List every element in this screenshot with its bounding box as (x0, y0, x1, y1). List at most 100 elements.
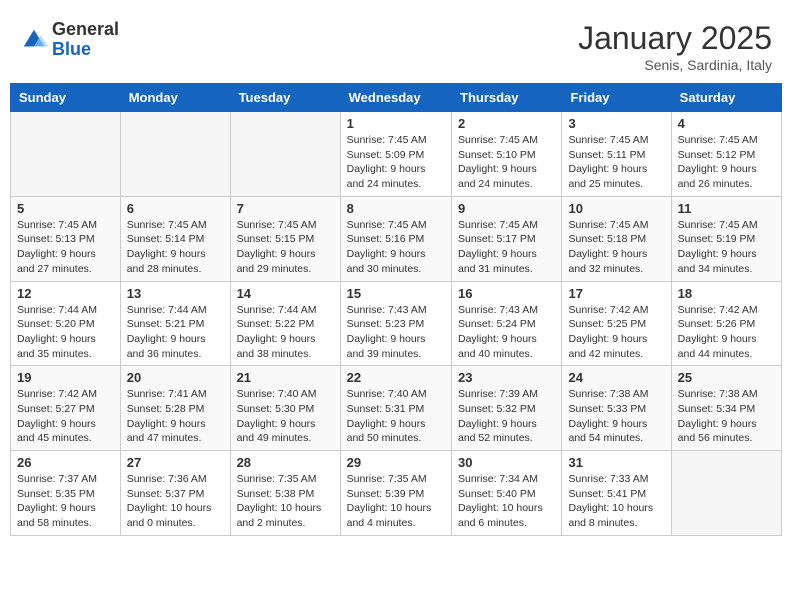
day-info: Sunrise: 7:45 AM Sunset: 5:16 PM Dayligh… (347, 218, 445, 277)
day-info: Sunrise: 7:39 AM Sunset: 5:32 PM Dayligh… (458, 387, 555, 446)
day-number: 29 (347, 455, 445, 470)
calendar-cell: 12Sunrise: 7:44 AM Sunset: 5:20 PM Dayli… (11, 281, 121, 366)
day-info: Sunrise: 7:44 AM Sunset: 5:20 PM Dayligh… (17, 303, 114, 362)
weekday-header-friday: Friday (562, 84, 671, 112)
logo-blue: Blue (52, 39, 91, 59)
day-number: 11 (678, 201, 775, 216)
weekday-header-row: SundayMondayTuesdayWednesdayThursdayFrid… (11, 84, 782, 112)
day-number: 4 (678, 116, 775, 131)
day-info: Sunrise: 7:45 AM Sunset: 5:12 PM Dayligh… (678, 133, 775, 192)
week-row-0: 1Sunrise: 7:45 AM Sunset: 5:09 PM Daylig… (11, 112, 782, 197)
calendar-cell (671, 451, 781, 536)
calendar-table: SundayMondayTuesdayWednesdayThursdayFrid… (10, 83, 782, 536)
calendar-cell: 7 Sunrise: 7:45 AM Sunset: 5:15 PM Daylig… (230, 196, 340, 281)
calendar-cell: 16Sunrise: 7:43 AM Sunset: 5:24 PM Dayli… (452, 281, 562, 366)
day-number: 25 (678, 370, 775, 385)
day-number: 15 (347, 286, 445, 301)
weekday-header-wednesday: Wednesday (340, 84, 451, 112)
calendar-cell: 30Sunrise: 7:34 AM Sunset: 5:40 PM Dayli… (452, 451, 562, 536)
calendar-cell: 14Sunrise: 7:44 AM Sunset: 5:22 PM Dayli… (230, 281, 340, 366)
day-number: 14 (237, 286, 334, 301)
calendar-cell: 31 Sunrise: 7:33 AM Sunset: 5:41 PM Dayli… (562, 451, 671, 536)
day-number: 18 (678, 286, 775, 301)
calendar-cell: 15 Sunrise: 7:43 AM Sunset: 5:23 PM Dayli… (340, 281, 451, 366)
day-info: Sunrise: 7:35 AM Sunset: 5:39 PM Dayligh… (347, 472, 445, 531)
calendar-cell (120, 112, 230, 197)
day-info: Sunrise: 7:38 AM Sunset: 5:34 PM Dayligh… (678, 387, 775, 446)
day-info: Sunrise: 7:42 AM Sunset: 5:27 PM Dayligh… (17, 387, 114, 446)
calendar-cell: 4 Sunrise: 7:45 AM Sunset: 5:12 PM Daylig… (671, 112, 781, 197)
calendar-cell: 26 Sunrise: 7:37 AM Sunset: 5:35 PM Dayli… (11, 451, 121, 536)
calendar-cell: 8 Sunrise: 7:45 AM Sunset: 5:16 PM Daylig… (340, 196, 451, 281)
day-info: Sunrise: 7:42 AM Sunset: 5:25 PM Dayligh… (568, 303, 664, 362)
week-row-4: 26 Sunrise: 7:37 AM Sunset: 5:35 PM Dayli… (11, 451, 782, 536)
day-number: 5 (17, 201, 114, 216)
day-number: 9 (458, 201, 555, 216)
day-info: Sunrise: 7:44 AM Sunset: 5:21 PM Dayligh… (127, 303, 224, 362)
day-number: 13 (127, 286, 224, 301)
day-number: 27 (127, 455, 224, 470)
day-number: 22 (347, 370, 445, 385)
weekday-header-thursday: Thursday (452, 84, 562, 112)
day-info: Sunrise: 7:45 AM Sunset: 5:14 PM Dayligh… (127, 218, 224, 277)
day-info: Sunrise: 7:40 AM Sunset: 5:31 PM Dayligh… (347, 387, 445, 446)
calendar-cell: 2 Sunrise: 7:45 AM Sunset: 5:10 PM Daylig… (452, 112, 562, 197)
day-info: Sunrise: 7:33 AM Sunset: 5:41 PM Dayligh… (568, 472, 664, 531)
weekday-header-sunday: Sunday (11, 84, 121, 112)
day-info: Sunrise: 7:36 AM Sunset: 5:37 PM Dayligh… (127, 472, 224, 531)
day-number: 26 (17, 455, 114, 470)
day-number: 31 (568, 455, 664, 470)
day-info: Sunrise: 7:40 AM Sunset: 5:30 PM Dayligh… (237, 387, 334, 446)
day-number: 30 (458, 455, 555, 470)
calendar-cell: 3Sunrise: 7:45 AM Sunset: 5:11 PM Daylig… (562, 112, 671, 197)
day-number: 2 (458, 116, 555, 131)
logo: General Blue (20, 20, 119, 60)
logo-general: General (52, 19, 119, 39)
day-number: 8 (347, 201, 445, 216)
day-number: 19 (17, 370, 114, 385)
day-info: Sunrise: 7:45 AM Sunset: 5:13 PM Dayligh… (17, 218, 114, 277)
weekday-header-tuesday: Tuesday (230, 84, 340, 112)
weekday-header-monday: Monday (120, 84, 230, 112)
week-row-2: 12Sunrise: 7:44 AM Sunset: 5:20 PM Dayli… (11, 281, 782, 366)
calendar-cell: 25 Sunrise: 7:38 AM Sunset: 5:34 PM Dayli… (671, 366, 781, 451)
day-info: Sunrise: 7:45 AM Sunset: 5:11 PM Dayligh… (568, 133, 664, 192)
calendar-cell: 13 Sunrise: 7:44 AM Sunset: 5:21 PM Dayli… (120, 281, 230, 366)
day-info: Sunrise: 7:35 AM Sunset: 5:38 PM Dayligh… (237, 472, 334, 531)
logo-text: General Blue (52, 20, 119, 60)
calendar-cell: 6 Sunrise: 7:45 AM Sunset: 5:14 PM Daylig… (120, 196, 230, 281)
day-info: Sunrise: 7:37 AM Sunset: 5:35 PM Dayligh… (17, 472, 114, 531)
day-info: Sunrise: 7:45 AM Sunset: 5:18 PM Dayligh… (568, 218, 664, 277)
calendar-cell: 27 Sunrise: 7:36 AM Sunset: 5:37 PM Dayli… (120, 451, 230, 536)
day-number: 23 (458, 370, 555, 385)
calendar-cell (11, 112, 121, 197)
week-row-1: 5 Sunrise: 7:45 AM Sunset: 5:13 PM Daylig… (11, 196, 782, 281)
calendar-cell: 22 Sunrise: 7:40 AM Sunset: 5:31 PM Dayli… (340, 366, 451, 451)
month-title: January 2025 (578, 20, 772, 57)
day-info: Sunrise: 7:42 AM Sunset: 5:26 PM Dayligh… (678, 303, 775, 362)
calendar-cell (230, 112, 340, 197)
calendar-cell: 28 Sunrise: 7:35 AM Sunset: 5:38 PM Dayli… (230, 451, 340, 536)
day-number: 7 (237, 201, 334, 216)
day-number: 6 (127, 201, 224, 216)
day-info: Sunrise: 7:45 AM Sunset: 5:10 PM Dayligh… (458, 133, 555, 192)
calendar-cell: 10Sunrise: 7:45 AM Sunset: 5:18 PM Dayli… (562, 196, 671, 281)
day-info: Sunrise: 7:41 AM Sunset: 5:28 PM Dayligh… (127, 387, 224, 446)
day-number: 28 (237, 455, 334, 470)
weekday-header-saturday: Saturday (671, 84, 781, 112)
day-info: Sunrise: 7:43 AM Sunset: 5:24 PM Dayligh… (458, 303, 555, 362)
page-header: General Blue January 2025 Senis, Sardini… (10, 10, 782, 78)
day-number: 24 (568, 370, 664, 385)
calendar-cell: 29 Sunrise: 7:35 AM Sunset: 5:39 PM Dayli… (340, 451, 451, 536)
week-row-3: 19 Sunrise: 7:42 AM Sunset: 5:27 PM Dayli… (11, 366, 782, 451)
day-info: Sunrise: 7:43 AM Sunset: 5:23 PM Dayligh… (347, 303, 445, 362)
day-info: Sunrise: 7:45 AM Sunset: 5:15 PM Dayligh… (237, 218, 334, 277)
calendar-cell: 18 Sunrise: 7:42 AM Sunset: 5:26 PM Dayli… (671, 281, 781, 366)
day-number: 21 (237, 370, 334, 385)
calendar-cell: 5 Sunrise: 7:45 AM Sunset: 5:13 PM Daylig… (11, 196, 121, 281)
logo-icon (20, 26, 48, 54)
calendar-cell: 17Sunrise: 7:42 AM Sunset: 5:25 PM Dayli… (562, 281, 671, 366)
calendar-cell: 20 Sunrise: 7:41 AM Sunset: 5:28 PM Dayli… (120, 366, 230, 451)
calendar-cell: 9Sunrise: 7:45 AM Sunset: 5:17 PM Daylig… (452, 196, 562, 281)
day-number: 20 (127, 370, 224, 385)
